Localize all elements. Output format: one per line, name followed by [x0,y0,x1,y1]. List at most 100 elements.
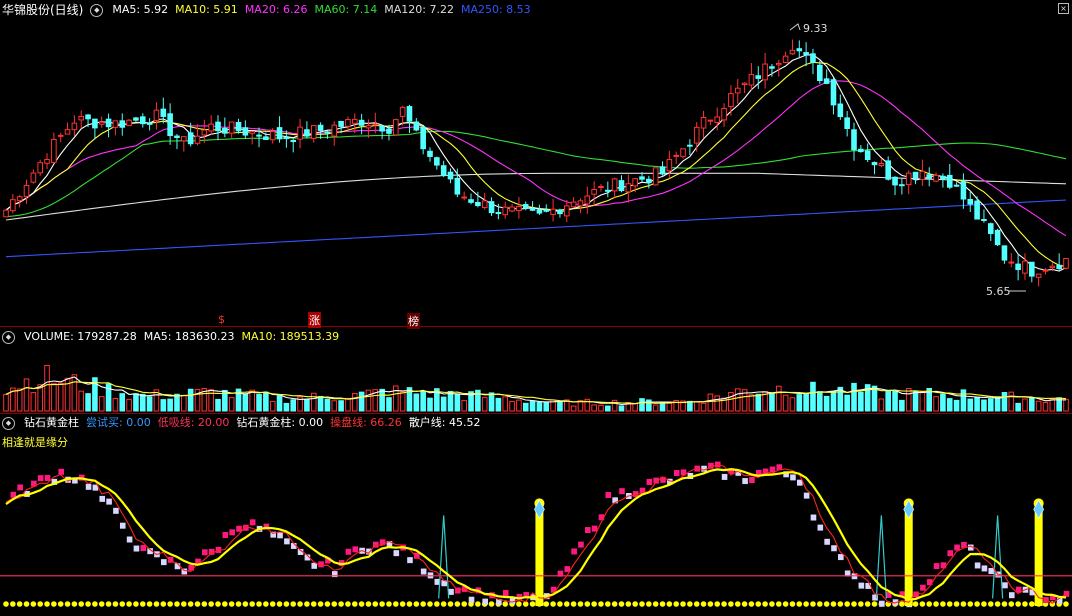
candle-body [283,137,290,140]
baseline-dot [687,601,693,607]
baseline-dot [167,601,173,607]
ma-legend-item: MA5: 5.92 [112,3,169,16]
volume-bar [734,388,741,412]
candle-body [912,171,919,180]
baseline-dot [830,601,837,607]
settings-circle-icon[interactable]: ◆ [90,3,104,17]
indicator-block [366,548,372,555]
candle-body [331,124,338,137]
baseline-dot [994,601,1001,607]
volume-bar [775,385,782,412]
baseline-dot [338,601,344,607]
candle-body [98,121,105,125]
volume-bar [112,397,119,412]
volume-bar [386,397,392,412]
volume-bar [447,391,454,412]
candle-body [967,198,974,205]
ma-legend-item: MA20: 6.26 [244,3,308,16]
indicator-bars[interactable] [3,461,1070,608]
candle-body [905,172,912,186]
candle-body [215,121,221,132]
baseline-dot [632,601,638,607]
indicator-block [790,474,796,481]
volume-bar [126,398,132,412]
indicator-block [824,538,830,545]
volume-bar [1049,398,1056,412]
candle-body [605,189,611,192]
indicator-block [119,522,126,529]
indicator-block [1002,582,1008,589]
baseline-dot [16,601,23,607]
candle-body [892,176,898,186]
volume-bars[interactable] [3,364,1069,412]
volume-bar [420,391,426,412]
baseline-dot [92,601,98,607]
indicator-block [407,557,413,564]
candle-body [618,180,625,192]
candle-body [673,154,679,157]
volume-bar [379,388,385,412]
volume-legend: ◆ VOLUME: 179287.28 MA5: 183630.23 MA10:… [2,330,339,344]
indicator-settings-icon[interactable]: ◆ [2,416,15,430]
indicator-title: 钻石黄金柱 [24,416,79,429]
volume-bar [557,400,563,412]
candle-body [44,159,50,164]
indicator-block [393,550,400,557]
candle-body [488,201,495,214]
baseline-dot [666,601,673,607]
candle-body [659,166,666,175]
volume-bar [269,400,276,412]
close-icon[interactable]: × [1058,3,1069,14]
volume-bar [461,400,467,412]
candle-body [181,136,187,142]
candle-body [994,229,1001,246]
indicator-block [113,507,119,514]
candle-body [543,209,550,212]
indicator-block [126,536,133,543]
candle-body [680,148,686,157]
candle-body [1035,273,1042,278]
volume-bar [51,382,57,412]
baseline-dot [734,601,741,607]
volume-bar [769,392,775,412]
candle-body [1049,265,1056,269]
volume-bar [953,399,960,412]
candle-body [741,82,748,85]
volume-bar [591,404,597,412]
baseline-dot [30,601,37,607]
baseline-dot [926,601,933,607]
candle-body [475,201,481,207]
candle-body [263,136,269,141]
candle-body [584,195,591,205]
baseline-dot [769,601,775,607]
indicator-block [277,532,283,539]
baseline-dot [577,601,584,607]
volume-bar [283,402,290,412]
candle-body [837,103,844,118]
baseline-dot [310,601,317,607]
candle-body [495,212,502,215]
candlesticks[interactable] [3,39,1069,287]
indicator-block [202,549,208,556]
indicator-block [133,545,140,552]
stock-chart[interactable]: 9.33 5.65 [0,0,1072,616]
candle-body [789,49,796,55]
candle-body [386,128,392,134]
candle-body [379,125,385,132]
baseline-dot [912,601,919,607]
candle-body [817,64,823,82]
indicator-block [140,545,147,552]
indicator-caption-row: 相逢就是缘分 [2,436,68,450]
baseline-dot [858,601,864,607]
baseline-dot [837,601,844,607]
candle-body [864,150,871,161]
baseline-dot [557,601,563,607]
candle-body [461,196,467,199]
volume-bar [495,397,502,412]
volume-settings-icon[interactable]: ◆ [2,330,15,344]
candle-body [953,184,960,187]
baseline-dot [618,601,625,607]
candle-body [577,200,584,207]
candle-body [981,219,987,222]
volume-bar [256,394,262,412]
